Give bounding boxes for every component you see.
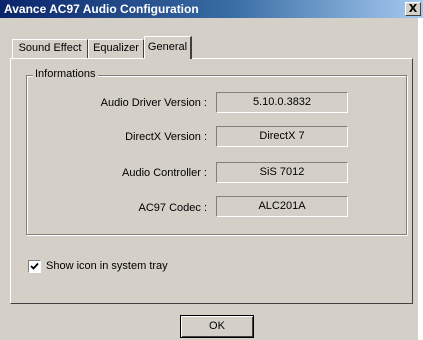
audio-config-dialog: Avance AC97 Audio Configuration X Sound … (0, 0, 423, 340)
title-bar[interactable]: Avance AC97 Audio Configuration X (0, 0, 423, 18)
directx-version-label: DirectX Version : (125, 131, 207, 143)
tab-sound-effect[interactable]: Sound Effect (12, 39, 88, 58)
audio-controller-label: Audio Controller : (122, 167, 207, 179)
informations-group-title: Informations (33, 68, 98, 80)
close-icon: X (408, 2, 418, 15)
ok-button[interactable]: OK (180, 315, 254, 338)
audio-driver-version-value: 5.10.0.3832 (216, 92, 348, 113)
show-tray-icon-checkbox[interactable] (28, 260, 41, 273)
show-tray-icon-label[interactable]: Show icon in system tray (46, 260, 168, 272)
ac97-codec-value: ALC201A (216, 196, 348, 217)
directx-version-value: DirectX 7 (216, 126, 348, 147)
audio-driver-version-label: Audio Driver Version : (100, 97, 207, 109)
tab-general[interactable]: General (144, 36, 192, 59)
close-button[interactable]: X (405, 2, 421, 16)
window-edge (418, 18, 423, 340)
audio-controller-value: SiS 7012 (216, 162, 348, 183)
checkmark-icon (30, 262, 39, 270)
tab-equalizer[interactable]: Equalizer (88, 39, 144, 58)
ac97-codec-label: AC97 Codec : (138, 202, 207, 214)
window-title: Avance AC97 Audio Configuration (4, 2, 199, 16)
